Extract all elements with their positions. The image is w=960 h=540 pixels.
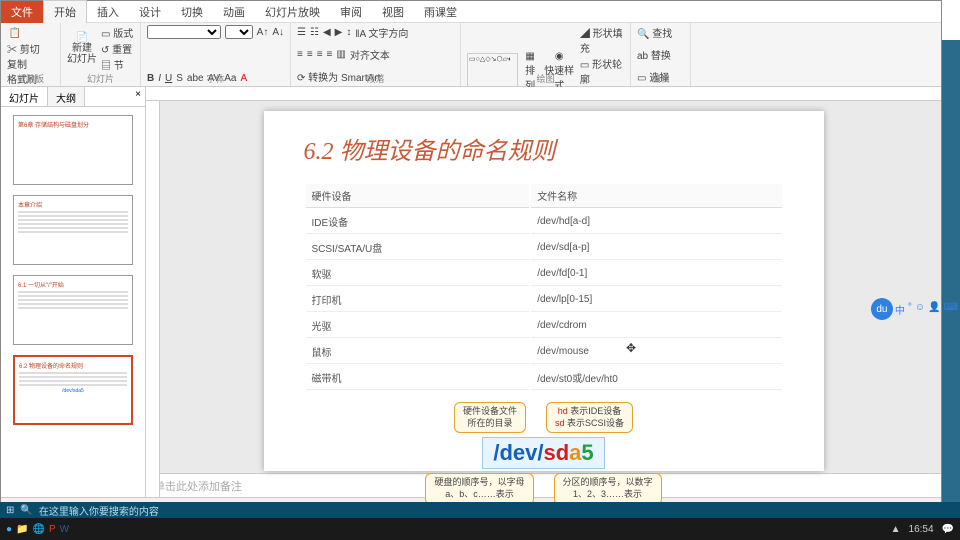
grow-font-icon[interactable]: A↑ xyxy=(257,27,269,38)
copy-btn[interactable]: 复制 xyxy=(7,56,27,71)
task-icon[interactable]: W xyxy=(60,524,69,535)
thumb-4[interactable]: 6.2 物理设备的命名规则/dev/sda5 xyxy=(13,355,133,425)
slide-canvas[interactable]: 6.2 物理设备的命名规则 硬件设备文件名称 IDE设备/dev/hd[a-d]… xyxy=(264,111,824,471)
clipboard-label: 剪贴板 xyxy=(1,72,60,85)
shrink-font-icon[interactable]: A↓ xyxy=(272,27,284,38)
task-icon[interactable]: ● xyxy=(6,524,12,535)
device-path: /dev/sda5 xyxy=(482,437,604,469)
tab-transition[interactable]: 切换 xyxy=(171,1,213,23)
direction-btn[interactable]: ‖A 文字方向 xyxy=(355,25,408,40)
thumb-2[interactable]: 本章介绍 xyxy=(13,195,133,265)
reset-btn[interactable]: ↺ 重置 xyxy=(101,41,133,56)
paste-icon[interactable]: 📋 xyxy=(7,25,23,41)
font-select[interactable] xyxy=(147,25,221,39)
table-row: SCSI/SATA/U盘/dev/sd[a-p] xyxy=(306,236,782,260)
thumb-tab-slides[interactable]: 幻灯片 xyxy=(1,87,48,106)
task-icon[interactable]: 🌐 xyxy=(33,524,45,535)
replace-btn[interactable]: ab 替换 xyxy=(637,51,671,62)
table-row: 磁带机/dev/st0或/dev/ht0 xyxy=(306,366,782,390)
tab-insert[interactable]: 插入 xyxy=(87,1,129,23)
table-row: 鼠标/dev/mouse xyxy=(306,340,782,364)
cut-btn[interactable]: ✂ 剪切 xyxy=(7,41,40,56)
arrange-btn[interactable]: ▦排列 xyxy=(522,51,539,92)
search-icon[interactable]: 🔍 xyxy=(20,505,32,516)
table-row: IDE设备/dev/hd[a-d] xyxy=(306,210,782,234)
paragraph-label: 段落 xyxy=(291,72,460,85)
device-table: 硬件设备文件名称 IDE设备/dev/hd[a-d] SCSI/SATA/U盘/… xyxy=(304,182,784,392)
tab-file[interactable]: 文件 xyxy=(1,1,43,23)
thumb-3[interactable]: 6.1 一切从"/"开始 xyxy=(13,275,133,345)
ime-zh-icon[interactable]: 中 xyxy=(895,302,905,317)
ribbon: 📋 ✂ 剪切 复制 格式刷 剪贴板 📄新建 幻灯片 ▭ 版式 ↺ 重置 ▤ 节 … xyxy=(1,23,941,87)
ime-keyboard-icon[interactable]: ⌨ xyxy=(944,302,958,317)
ime-widget[interactable]: du 中 ° ☺ 👤 ⌨ xyxy=(871,298,958,320)
notif-icon[interactable]: 💬 xyxy=(942,524,954,535)
drawing-label: 绘图 xyxy=(461,72,630,85)
task-icon[interactable]: P xyxy=(49,524,56,535)
tab-review[interactable]: 审阅 xyxy=(330,1,372,23)
layout-btn[interactable]: ▭ 版式 xyxy=(101,25,133,40)
callout-tr: hd hd 表示IDE设备表示IDE设备sd 表示SCSI设备 xyxy=(546,402,633,433)
search-text[interactable]: 在这里输入你要搜索的内容 xyxy=(39,503,159,518)
ruler-horizontal xyxy=(146,87,941,101)
quick-style-btn[interactable]: ◉快速样式 xyxy=(542,51,575,92)
close-thumb-icon[interactable]: × xyxy=(131,87,145,106)
task-icon[interactable]: 📁 xyxy=(16,524,28,535)
columns-icon[interactable]: ▥ xyxy=(336,49,345,60)
slides-label: 幻灯片 xyxy=(61,72,140,85)
search-band: ⊞ 🔍 在这里输入你要搜索的内容 xyxy=(0,502,960,518)
line-spacing-icon[interactable]: ↕ xyxy=(346,27,351,38)
slide-title: 6.2 物理设备的命名规则 xyxy=(304,131,784,166)
baidu-icon[interactable]: du xyxy=(871,298,893,320)
ime-person-icon[interactable]: 👤 xyxy=(928,302,940,317)
ime-emoji-icon[interactable]: ☺ xyxy=(915,302,925,317)
numbering-icon[interactable]: ☷ xyxy=(310,27,319,38)
align-text-btn[interactable]: 对齐文本 xyxy=(350,47,390,62)
thumb-1[interactable]: 第6章 存储结构与磁盘划分 xyxy=(13,115,133,185)
taskbar: ● 📁 🌐 P W ▲ 16:54 💬 xyxy=(0,518,960,540)
callout-br: 分区的顺序号，以数字 1、2、3……表示 xyxy=(554,473,662,504)
callout-bl: 硬盘的顺序号，以字母 a、b、c……表示 xyxy=(425,473,533,504)
thumb-tab-outline[interactable]: 大纲 xyxy=(48,87,85,106)
callout-tl: 硬件设备文件 所在的目录 xyxy=(454,402,526,433)
editing-label: 编辑 xyxy=(631,72,690,85)
section-btn[interactable]: ▤ 节 xyxy=(101,57,133,72)
fill-btn[interactable]: ◢ 形状填充 xyxy=(580,25,624,55)
bullets-icon[interactable]: ☰ xyxy=(297,27,306,38)
move-cursor-icon: ✥ xyxy=(626,341,636,355)
tab-design[interactable]: 设计 xyxy=(129,1,171,23)
indent-dec-icon[interactable]: ◀ xyxy=(323,27,331,38)
align-center-icon[interactable]: ≡ xyxy=(307,49,313,60)
size-select[interactable] xyxy=(225,25,253,39)
tab-animation[interactable]: 动画 xyxy=(213,1,255,23)
indent-inc-icon[interactable]: ▶ xyxy=(335,27,343,38)
table-row: 打印机/dev/lp[0-15] xyxy=(306,288,782,312)
table-row: 软驱/dev/fd[0-1] xyxy=(306,262,782,286)
align-left-icon[interactable]: ≡ xyxy=(297,49,303,60)
win-icon[interactable]: ⊞ xyxy=(6,505,14,516)
tray-icon[interactable]: ▲ xyxy=(891,524,901,535)
tab-view[interactable]: 视图 xyxy=(372,1,414,23)
tab-rain[interactable]: 雨课堂 xyxy=(414,1,467,23)
clock[interactable]: 16:54 xyxy=(909,524,934,535)
tab-slideshow[interactable]: 幻灯片放映 xyxy=(255,1,330,23)
align-right-icon[interactable]: ≡ xyxy=(317,49,323,60)
ime-punct-icon[interactable]: ° xyxy=(908,302,912,317)
find-btn[interactable]: 🔍 查找 xyxy=(637,29,672,40)
new-slide-btn[interactable]: 📄新建 幻灯片 xyxy=(67,32,97,65)
thumbnail-panel: 幻灯片 大纲 × 第6章 存储结构与磁盘划分 本章介绍 6.1 一切从"/"开始… xyxy=(1,87,146,497)
device-diagram: 硬件设备文件 所在的目录 hd hd 表示IDE设备表示IDE设备sd 表示SC… xyxy=(304,402,784,505)
justify-icon[interactable]: ≡ xyxy=(327,49,333,60)
table-row: 光驱/dev/cdrom xyxy=(306,314,782,338)
tab-start[interactable]: 开始 xyxy=(43,0,87,23)
font-label: 字体 xyxy=(141,72,290,85)
